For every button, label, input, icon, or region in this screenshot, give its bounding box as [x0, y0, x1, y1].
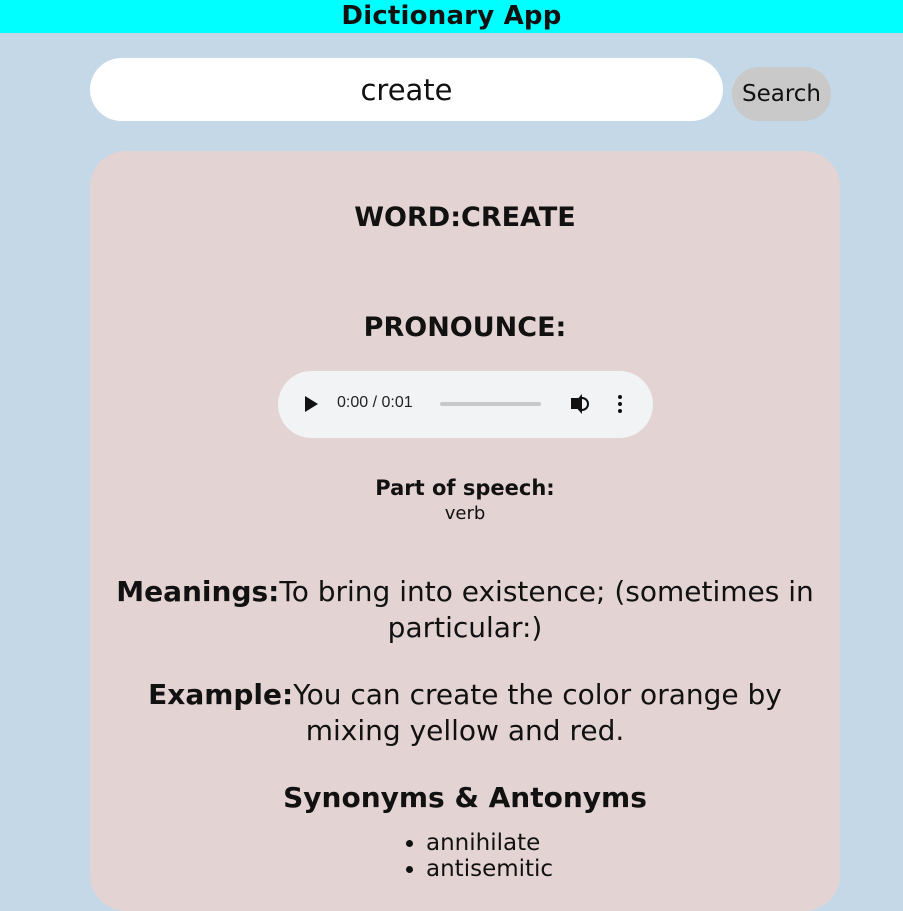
part-of-speech-value: verb	[444, 503, 486, 524]
meaning-value: To bring into existence; (sometimes in p…	[279, 575, 814, 644]
synonyms-heading: Synonyms & Antonyms	[283, 781, 647, 814]
word-value: CREATE	[461, 202, 576, 233]
meaning-text: Meanings:To bring into existence; (somet…	[115, 574, 815, 646]
more-options-icon[interactable]	[617, 395, 623, 413]
part-of-speech-label: Part of speech:	[375, 476, 555, 500]
app-header: Dictionary App	[0, 0, 903, 33]
synonyms-list: annihilate antisemitic	[390, 830, 553, 882]
word-label: WORD:	[354, 202, 461, 233]
pronounce-heading: PRONOUNCE:	[363, 312, 567, 343]
list-item: antisemitic	[426, 856, 553, 882]
example-label: Example:	[148, 678, 294, 711]
audio-time: 0:00 / 0:01	[337, 394, 413, 411]
meanings-label: Meanings:	[116, 575, 280, 608]
example-value: You can create the color orange by mixin…	[293, 678, 782, 747]
play-icon[interactable]	[305, 396, 318, 412]
list-item: annihilate	[426, 830, 553, 856]
audio-progress-track[interactable]	[440, 402, 541, 406]
search-button[interactable]: Search	[732, 67, 831, 121]
example-text: Example:You can create the color orange …	[115, 677, 815, 749]
word-heading: WORD:CREATE	[0, 202, 903, 233]
app-title: Dictionary App	[341, 1, 562, 31]
search-input[interactable]	[90, 58, 723, 121]
